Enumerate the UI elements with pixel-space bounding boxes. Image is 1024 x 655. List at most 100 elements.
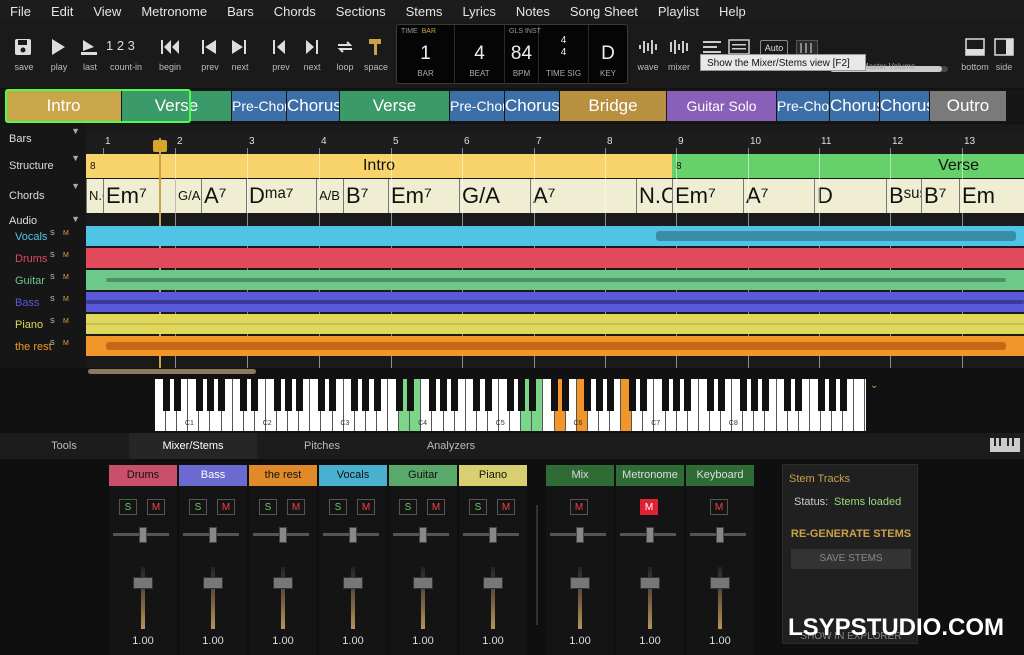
piano-black-key[interactable] xyxy=(551,379,559,411)
chord-cell[interactable]: D xyxy=(814,179,886,213)
piano-black-key[interactable] xyxy=(528,379,536,411)
pan-knob[interactable] xyxy=(646,527,654,543)
menu-item-chords[interactable]: Chords xyxy=(264,4,326,19)
piano-black-key[interactable] xyxy=(795,379,803,411)
audio-track-bass[interactable] xyxy=(86,292,1024,312)
piano-black-key[interactable] xyxy=(750,379,758,411)
piano-black-key[interactable] xyxy=(828,379,836,411)
save-button[interactable]: save xyxy=(6,22,42,82)
bars-lane-label[interactable]: Bars xyxy=(9,133,32,145)
piano-black-key[interactable] xyxy=(329,379,337,411)
piano-black-key[interactable] xyxy=(351,379,359,411)
chords-lane[interactable]: N.C.Em⁷G/AA⁷Dᵐᵃ⁷A/BB⁷Em⁷G/AA⁷N.C.Em⁷A⁷DB… xyxy=(86,179,1024,213)
stem-label-guitar[interactable]: Guitar xyxy=(15,275,45,287)
chord-cell[interactable]: Em⁷ xyxy=(103,179,175,213)
piano-black-key[interactable] xyxy=(284,379,292,411)
piano-black-key[interactable] xyxy=(762,379,769,411)
chevron-down-icon[interactable]: ▼ xyxy=(71,214,80,224)
sheet-view-button[interactable] xyxy=(724,22,754,82)
mute-toggle[interactable]: M xyxy=(63,318,69,325)
space-button[interactable]: space xyxy=(358,22,394,82)
piano-black-key[interactable] xyxy=(273,379,281,411)
piano-black-key[interactable] xyxy=(318,379,325,411)
solo-button[interactable]: S xyxy=(259,499,277,515)
section-chip[interactable]: Pre-Chorus xyxy=(450,91,504,121)
chevron-down-icon[interactable]: ▼ xyxy=(71,181,80,191)
pan-knob[interactable] xyxy=(139,527,147,543)
mute-button[interactable]: M xyxy=(147,499,165,515)
solo-button[interactable]: S xyxy=(469,499,487,515)
solo-button[interactable]: S xyxy=(189,499,207,515)
piano-black-key[interactable] xyxy=(562,379,570,411)
piano-black-key[interactable] xyxy=(295,379,303,411)
piano-black-key[interactable] xyxy=(429,379,436,411)
chevron-down-icon[interactable]: ⌄ xyxy=(870,380,878,391)
piano-black-key[interactable] xyxy=(395,379,403,411)
piano-black-key[interactable] xyxy=(473,379,481,411)
chord-cell[interactable]: B⁷ xyxy=(921,179,959,213)
piano-black-key[interactable] xyxy=(195,379,203,411)
piano-black-key[interactable] xyxy=(440,379,448,411)
fader-knob[interactable] xyxy=(343,577,363,589)
piano-black-key[interactable] xyxy=(251,379,259,411)
fader-knob[interactable] xyxy=(133,577,153,589)
next-bar-button[interactable]: next xyxy=(222,22,258,82)
timeline-scrollbar[interactable] xyxy=(88,369,256,374)
pan-knob[interactable] xyxy=(279,527,287,543)
chevron-down-icon[interactable]: ▼ xyxy=(71,153,80,163)
audio-track-guitar[interactable] xyxy=(86,270,1024,290)
piano-black-key[interactable] xyxy=(218,379,226,411)
piano-black-key[interactable] xyxy=(784,379,792,411)
menu-item-help[interactable]: Help xyxy=(709,4,756,19)
piano-black-key[interactable] xyxy=(207,379,214,411)
next-section-button[interactable]: next xyxy=(294,22,330,82)
piano-black-key[interactable] xyxy=(506,379,514,411)
stem-label-drums[interactable]: Drums xyxy=(15,253,47,265)
tab-pitches[interactable]: Pitches xyxy=(258,433,386,459)
piano-black-key[interactable] xyxy=(584,379,592,411)
solo-toggle[interactable]: S xyxy=(50,318,55,325)
piano-black-key[interactable] xyxy=(373,379,381,411)
menu-item-metronome[interactable]: Metronome xyxy=(131,4,217,19)
playhead-handle[interactable] xyxy=(153,140,167,152)
mute-toggle[interactable]: M xyxy=(63,252,69,259)
solo-button[interactable]: S xyxy=(119,499,137,515)
menu-item-view[interactable]: View xyxy=(83,4,131,19)
section-chip[interactable]: Verse xyxy=(340,91,449,121)
chord-cell[interactable]: Em⁷ xyxy=(388,179,459,213)
menu-item-edit[interactable]: Edit xyxy=(41,4,83,19)
chords-lane-label[interactable]: Chords xyxy=(9,190,44,202)
solo-button[interactable]: S xyxy=(329,499,347,515)
mute-button[interactable]: M xyxy=(427,499,445,515)
pan-knob[interactable] xyxy=(716,527,724,543)
menu-item-bars[interactable]: Bars xyxy=(217,4,264,19)
piano-black-key[interactable] xyxy=(662,379,670,411)
stem-label-bass[interactable]: Bass xyxy=(15,297,39,309)
section-chip[interactable]: Chorus xyxy=(830,91,879,121)
fader-knob[interactable] xyxy=(413,577,433,589)
mute-button[interactable]: M xyxy=(640,499,658,515)
menu-item-stems[interactable]: Stems xyxy=(396,4,453,19)
stem-label-vocals[interactable]: Vocals xyxy=(15,231,47,243)
pan-knob[interactable] xyxy=(349,527,357,543)
solo-toggle[interactable]: S xyxy=(50,274,55,281)
chord-cell[interactable]: Em⁷ xyxy=(672,179,743,213)
mute-toggle[interactable]: M xyxy=(63,274,69,281)
audio-lane-label[interactable]: Audio xyxy=(9,215,37,227)
section-overview-strip[interactable]: IntroVersePre-ChorusChorusVersePre-Choru… xyxy=(0,89,1024,123)
chord-cell[interactable]: G/A xyxy=(175,179,201,213)
structure-lane-label[interactable]: Structure xyxy=(9,160,54,172)
regenerate-stems-button[interactable]: RE-GENERATE STEMS xyxy=(783,528,919,540)
chord-cell[interactable]: Em xyxy=(959,179,1024,213)
piano-black-key[interactable] xyxy=(362,379,370,411)
menu-item-song-sheet[interactable]: Song Sheet xyxy=(560,4,648,19)
tab-tools[interactable]: Tools xyxy=(0,433,128,459)
menu-item-sections[interactable]: Sections xyxy=(326,4,396,19)
audio-track-piano[interactable] xyxy=(86,314,1024,334)
structure-block-intro[interactable]: Intro 8 xyxy=(86,154,672,178)
chevron-down-icon[interactable]: ▼ xyxy=(71,126,80,136)
structure-lane[interactable]: Intro 8 Verse 8 xyxy=(86,154,1024,178)
section-chip[interactable]: Pre-Chorus xyxy=(232,91,286,121)
chord-cell[interactable]: A⁷ xyxy=(201,179,246,213)
mute-button[interactable]: M xyxy=(217,499,235,515)
